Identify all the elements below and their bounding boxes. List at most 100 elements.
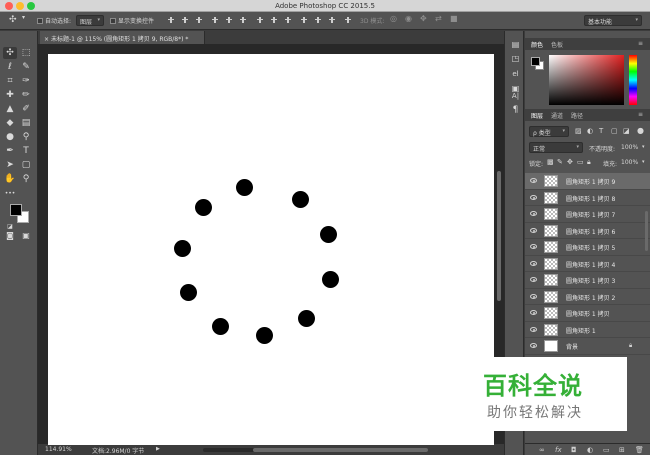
roll-3d-icon[interactable]: ◉ [405,14,412,23]
auto-select-checkbox[interactable]: 自动选择: [37,16,71,25]
layer-row[interactable]: 圆角矩形 1 拷贝 3 [525,272,650,289]
fx-icon[interactable]: fx [555,446,562,454]
move-tool-icon[interactable]: ✣ [9,15,17,25]
workspace-dropdown[interactable]: 基本功能 ▾ [584,15,642,26]
rectangle-tool-icon[interactable]: ▢ [19,159,33,171]
lock-image-icon[interactable]: ✎ [557,158,563,166]
pen-tool-icon[interactable]: ✒ [3,145,17,157]
move-tool-icon[interactable]: ✣ [3,47,17,59]
canvas-dot[interactable] [298,310,315,327]
document-tab[interactable]: × 未标题-1 @ 115% (圆角矩形 1 拷贝 9, RGB/8*) * [40,31,205,44]
show-transform-controls-checkbox[interactable]: 显示变换控件 [110,16,154,25]
lasso-tool-icon[interactable]: ℓ [3,61,17,73]
visibility-eye-icon[interactable] [530,260,537,266]
distribute-horizontal-center-icon[interactable] [314,16,322,24]
gradient-tool-icon[interactable]: ▤ [19,117,33,129]
layer-name[interactable]: 圆角矩形 1 拷贝 7 [566,210,615,219]
layer-row[interactable]: 圆角矩形 1 拷贝 [525,305,650,322]
filter-type-icon[interactable]: T [599,127,603,135]
visibility-eye-icon[interactable] [530,310,537,315]
slide-3d-icon[interactable]: ⇄ [435,14,442,23]
history-panel-icon[interactable]: ▤ [510,39,521,50]
type-tool-icon[interactable]: T [19,145,33,157]
tab-channels[interactable]: 通道 [551,111,563,120]
canvas-dot[interactable] [174,240,191,257]
eraser-tool-icon[interactable]: ◆ [3,117,17,129]
orbit-3d-icon[interactable]: ◎ [390,14,397,23]
layer-name[interactable]: 圆角矩形 1 [566,326,596,335]
canvas-dot[interactable] [256,327,273,344]
layer-row[interactable]: 圆角矩形 1 拷贝 4 [525,255,650,272]
canvas-dot[interactable] [236,179,253,196]
new-group-icon[interactable]: ▭ [603,446,610,454]
vertical-scrollbar[interactable] [497,171,501,301]
chevron-down-icon[interactable]: ▾ [642,144,645,150]
libraries-panel-icon[interactable]: el [510,69,521,80]
status-menu-arrow-icon[interactable]: ▶ [156,446,160,452]
layer-row[interactable]: 圆角矩形 1 拷贝 6 [525,222,650,239]
canvas-dot[interactable] [212,318,229,335]
adjustment-layer-icon[interactable]: ◐ [587,446,593,454]
align-left-icon[interactable] [211,16,219,24]
layer-row[interactable]: 背景 🔒︎ [525,338,650,355]
opacity-value[interactable]: 100% [621,144,638,151]
layer-name[interactable]: 背景 [566,342,578,351]
filter-pixel-icon[interactable]: ▨ [575,127,582,135]
eyedropper-tool-icon[interactable]: ✑ [19,75,33,87]
screen-mode-icon[interactable]: ▣ [19,230,33,242]
visibility-eye-icon[interactable] [530,326,537,332]
canvas-dot[interactable] [180,284,197,301]
chevron-down-icon[interactable]: ▾ [642,159,645,165]
zoom-level[interactable]: 114.91% [45,446,72,453]
visibility-eye-icon[interactable] [530,211,537,216]
visibility-eye-icon[interactable] [530,194,537,200]
layer-name[interactable]: 圆角矩形 1 拷贝 8 [566,194,615,203]
layer-filter-dropdown[interactable]: ρ 类型 ▾ [529,126,569,137]
distribute-bottom-icon[interactable] [284,16,292,24]
edit-toolbar-icon[interactable]: ••• [3,188,17,200]
crop-tool-icon[interactable]: ⌗ [3,75,17,87]
tool-preset-caret-icon[interactable]: ▾ [22,14,25,21]
clone-stamp-tool-icon[interactable]: ▲ [3,103,17,115]
canvas-dot[interactable] [322,271,339,288]
layer-name[interactable]: 圆角矩形 1 拷贝 4 [566,260,615,269]
visibility-eye-icon[interactable] [530,227,537,233]
filter-shape-icon[interactable]: ▢ [611,127,618,135]
layer-row[interactable]: 圆角矩形 1 拷贝 7 [525,206,650,223]
quick-select-tool-icon[interactable]: ✎ [19,61,33,73]
layer-row[interactable]: 圆角矩形 1 拷贝 8 [525,189,650,206]
layers-scrollbar[interactable] [645,211,648,251]
lock-all-icon[interactable]: 🔒︎ [587,158,591,167]
layer-name[interactable]: 圆角矩形 1 拷贝 5 [566,243,615,252]
tab-swatches[interactable]: 色板 [551,40,563,49]
canvas-dot[interactable] [320,226,337,243]
dodge-tool-icon[interactable]: ⚲ [19,131,33,143]
properties-panel-icon[interactable]: ◳ [510,53,521,64]
layer-name[interactable]: 圆角矩形 1 拷贝 3 [566,276,615,285]
close-tab-icon[interactable]: × [44,36,49,43]
artboard-tool-icon[interactable]: ⬚ [19,47,33,59]
tab-paths[interactable]: 路径 [571,111,583,120]
canvas-dot[interactable] [195,199,212,216]
distribute-vertical-center-icon[interactable] [270,16,278,24]
foreground-color-swatch[interactable] [10,204,22,216]
lock-position-icon[interactable]: ✥ [567,158,573,166]
pan-3d-icon[interactable]: ✥ [420,14,427,23]
filter-smart-object-icon[interactable]: ◪ [623,127,630,135]
tab-color[interactable]: 颜色 [531,40,543,49]
distribute-right-icon[interactable] [328,16,336,24]
layer-row[interactable]: 圆角矩形 1 拷贝 2 [525,288,650,305]
align-right-icon[interactable] [239,16,247,24]
zoom-tool-icon[interactable]: ⚲ [19,173,33,185]
lock-artboard-icon[interactable]: ▭ [577,158,584,166]
character-panel-icon[interactable]: A| [510,91,521,102]
distribute-left-icon[interactable] [300,16,308,24]
visibility-eye-icon[interactable] [530,244,537,249]
tab-layers[interactable]: 图层 [531,111,543,120]
hue-slider[interactable] [629,55,637,105]
color-picker-field[interactable] [549,55,624,105]
visibility-eye-icon[interactable] [530,293,537,299]
blur-tool-icon[interactable]: ● [3,131,17,143]
visibility-eye-icon[interactable] [530,277,537,282]
hand-tool-icon[interactable]: ✋ [3,173,17,185]
